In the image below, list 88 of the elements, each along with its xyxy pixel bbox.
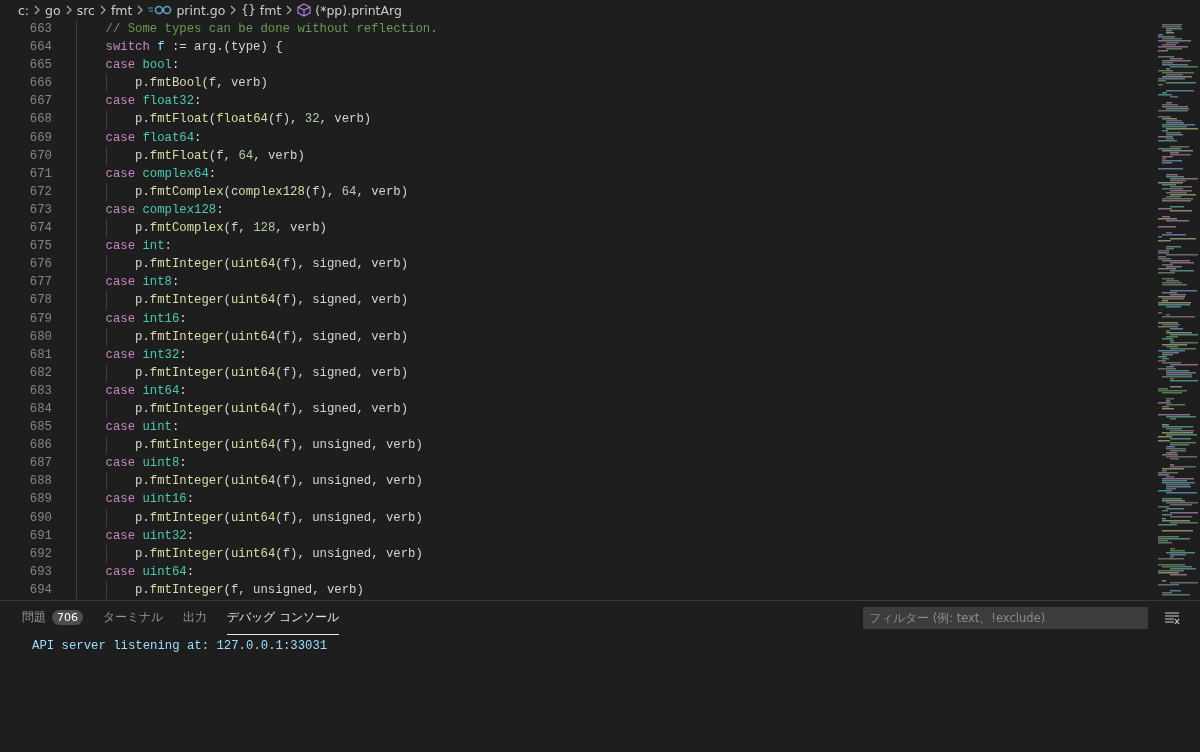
- code-line: case uint16:: [104, 492, 195, 507]
- line-number: 673: [28, 201, 52, 219]
- code-line: case float32:: [104, 94, 202, 109]
- code-line: switch f := arg.(type) {: [104, 40, 283, 55]
- filter-field[interactable]: フィルター (例: text、!exclude): [863, 607, 1148, 629]
- code-line: p.fmtBool(f, verb): [134, 76, 268, 91]
- code-line: case int:: [104, 239, 172, 254]
- code-line: case int16:: [104, 311, 187, 326]
- line-number: 663: [28, 21, 52, 38]
- line-number: 681: [28, 346, 52, 364]
- line-number: 692: [28, 545, 52, 563]
- line-number: 665: [28, 57, 52, 75]
- clear-console-icon[interactable]: [1164, 611, 1180, 625]
- breadcrumb-item[interactable]: fmt: [110, 2, 133, 18]
- line-number: 688: [28, 473, 52, 491]
- code-line: p.fmtInteger(uint64(f), signed, verb): [134, 401, 409, 416]
- panel-tab[interactable]: 問題 706: [22, 601, 83, 635]
- line-number: 682: [28, 364, 52, 382]
- code-line: p.fmtInteger(uint64(f), signed, verb): [134, 293, 409, 308]
- line-number: 689: [28, 491, 52, 509]
- line-number: 684: [28, 400, 52, 418]
- chevron-icon: [64, 5, 73, 15]
- count-badge: 706: [52, 610, 83, 625]
- breadcrumb-item[interactable]: src: [76, 2, 95, 18]
- line-number: 680: [28, 328, 52, 346]
- line-number: 668: [28, 111, 52, 129]
- code-line: p.fmtInteger(uint64(f), signed, verb): [134, 365, 409, 380]
- line-number: 685: [28, 419, 52, 437]
- code-line: case uint:: [104, 420, 180, 435]
- chevron-icon: [33, 5, 42, 15]
- code-line: case int64:: [104, 383, 187, 398]
- line-number: 671: [28, 165, 52, 183]
- line-number: 683: [28, 382, 52, 400]
- line-number: 693: [28, 563, 52, 581]
- code-line: p.fmtFloat(float64(f), 32, verb): [134, 112, 372, 127]
- code-line: p.fmtInteger(uint64(f), unsigned, verb): [134, 474, 423, 489]
- line-number: 672: [28, 183, 52, 201]
- code-line: case uint8:: [104, 456, 187, 471]
- line-number: 664: [28, 39, 52, 57]
- code-line: p.fmtInteger(uint64(f), unsigned, verb): [134, 546, 423, 561]
- breadcrumb-item[interactable]: c:: [18, 2, 30, 18]
- code-line: p.fmtInteger(f, unsigned, verb): [134, 582, 364, 597]
- console-output: API server listening at: 127.0.0.1:33031: [31, 638, 329, 655]
- code-line: p.fmtComplex(complex128(f), 64, verb): [134, 184, 409, 199]
- breadcrumb-item[interactable]: (*pp).printArg: [315, 2, 402, 18]
- line-number: 678: [28, 292, 52, 310]
- code-line: case uint32:: [104, 528, 195, 543]
- code-line: // Some types can be done without reflection.: [104, 22, 438, 36]
- line-number: 694: [28, 581, 52, 599]
- line-number: 686: [28, 437, 52, 455]
- breadcrumb-item[interactable]: fmt: [259, 2, 282, 18]
- breadcrumb-item[interactable]: go: [45, 2, 61, 18]
- line-number: 677: [28, 274, 52, 292]
- code-line: case uint64:: [104, 564, 195, 579]
- code-line: case float64:: [104, 130, 202, 145]
- line-number: 687: [28, 455, 52, 473]
- line-number: 667: [28, 93, 52, 111]
- chevron-icon: [285, 5, 294, 15]
- code-line: p.fmtInteger(uint64(f), unsigned, verb): [134, 510, 423, 525]
- chevron-icon: [136, 5, 145, 15]
- code-line: case complex64:: [104, 166, 217, 181]
- line-number: 690: [28, 509, 52, 527]
- code-line: case int32:: [104, 347, 187, 362]
- cube-icon: [297, 3, 312, 17]
- code-line: case int8:: [104, 275, 180, 290]
- panel-tab[interactable]: ターミナル: [103, 601, 163, 635]
- code-line: case bool:: [104, 58, 180, 73]
- line-number: 675: [28, 238, 52, 256]
- panel-tab[interactable]: 出力: [183, 601, 207, 635]
- chevron-icon: [229, 5, 238, 15]
- code-line: p.fmtFloat(f, 64, verb): [134, 148, 305, 163]
- breadcrumb-item[interactable]: print.go: [176, 2, 226, 18]
- panel-tab[interactable]: デバッグ コンソール: [227, 601, 339, 635]
- line-number: 679: [28, 310, 52, 328]
- chevron-icon: [98, 5, 107, 15]
- line-number: 669: [28, 129, 52, 147]
- code-line: p.fmtInteger(uint64(f), unsigned, verb): [134, 438, 423, 453]
- line-number: 691: [28, 527, 52, 545]
- code-line: p.fmtInteger(uint64(f), signed, verb): [134, 329, 409, 344]
- line-number: 676: [28, 256, 52, 274]
- code-line: p.fmtComplex(f, 128, verb): [134, 221, 327, 236]
- file-type-icon: [148, 5, 173, 15]
- code-line: p.fmtInteger(uint64(f), signed, verb): [134, 257, 409, 272]
- code-line: case complex128:: [104, 202, 224, 217]
- line-number: 670: [28, 147, 52, 165]
- line-number: 666: [28, 75, 52, 93]
- line-number: 674: [28, 220, 52, 238]
- namespace-icon: {}: [241, 3, 256, 17]
